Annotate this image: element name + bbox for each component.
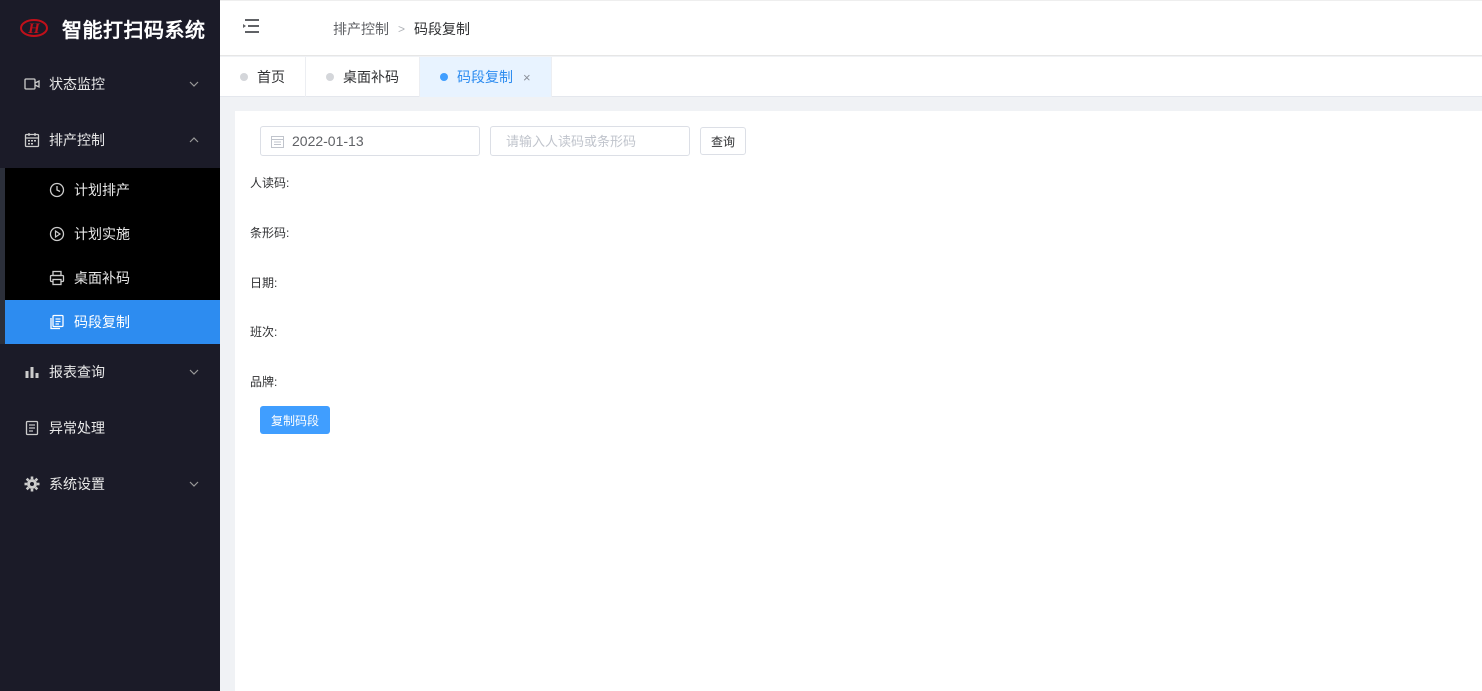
sidebar-item-label: 排产控制 <box>49 132 105 148</box>
close-icon[interactable]: × <box>523 70 531 85</box>
field-barcode: 条形码: <box>250 226 290 240</box>
chevron-down-icon <box>189 81 199 87</box>
chevron-down-icon <box>189 481 199 487</box>
breadcrumb-current: 码段复制 <box>414 21 471 37</box>
tab-status-dot <box>326 73 334 81</box>
tab-status-dot <box>440 73 448 81</box>
copy-code-segment-button[interactable]: 复制码段 <box>260 406 330 434</box>
submenu-production-control: 计划排产 计划实施 桌面补码 码段复制 <box>0 168 220 344</box>
sidebar-item-label: 状态监控 <box>49 76 105 92</box>
date-picker[interactable]: 2022-01-13 <box>260 126 480 156</box>
sidebar-item-exception-handling[interactable]: 异常处理 <box>0 400 220 456</box>
tab-label: 桌面补码 <box>343 69 399 85</box>
sidebar-item-label: 桌面补码 <box>74 270 130 286</box>
brand-logo-icon: H <box>20 19 48 37</box>
breadcrumb: 排产控制 > 码段复制 <box>333 19 470 39</box>
sidebar-item-label: 计划实施 <box>74 226 130 242</box>
chevron-down-icon <box>189 369 199 375</box>
calendar-icon <box>23 131 41 149</box>
svg-text:H: H <box>27 21 41 37</box>
sidebar-item-plan-execute[interactable]: 计划实施 <box>5 212 220 256</box>
app-title: 智能打扫码系统 <box>62 19 206 42</box>
field-human-readable-code: 人读码: <box>250 176 290 190</box>
sidebar-item-status-monitor[interactable]: 状态监控 <box>0 56 220 112</box>
tab-label: 码段复制 <box>457 69 513 85</box>
video-camera-icon <box>23 75 41 93</box>
menu-toggle-icon[interactable] <box>242 18 260 34</box>
document-icon <box>23 419 41 437</box>
chevron-up-icon <box>189 137 199 143</box>
sidebar-item-label: 码段复制 <box>74 314 130 330</box>
logo: H 智能打扫码系统 <box>0 0 220 56</box>
bar-chart-icon <box>23 363 41 381</box>
field-date: 日期: <box>250 276 278 290</box>
clock-icon <box>48 181 66 199</box>
sidebar-item-report-query[interactable]: 报表查询 <box>0 344 220 400</box>
sidebar: H 智能打扫码系统 状态监控 排产控制 计划排产 计划实施 桌面补码 码段复制 … <box>0 0 220 691</box>
top-header: 排产控制 > 码段复制 <box>220 0 1482 56</box>
breadcrumb-separator: > <box>398 22 406 36</box>
gear-icon <box>23 475 41 493</box>
breadcrumb-item[interactable]: 排产控制 <box>333 19 389 39</box>
sidebar-item-desktop-recode[interactable]: 桌面补码 <box>5 256 220 300</box>
sidebar-item-label: 计划排产 <box>74 182 130 198</box>
copy-document-icon <box>48 313 66 331</box>
sidebar-item-plan-schedule[interactable]: 计划排产 <box>5 168 220 212</box>
sidebar-item-label: 报表查询 <box>49 364 105 380</box>
search-row: 2022-01-13 查询 <box>260 126 746 156</box>
printer-icon <box>48 269 66 287</box>
play-circle-icon <box>48 225 66 243</box>
sidebar-item-label: 异常处理 <box>49 420 105 436</box>
query-button[interactable]: 查询 <box>700 127 746 155</box>
main-panel: 2022-01-13 查询 人读码: 条形码: 日期: 班次: 品牌: 复制码段 <box>235 111 1482 691</box>
date-value: 2022-01-13 <box>292 133 364 149</box>
field-brand: 品牌: <box>250 375 278 389</box>
tab-desktop-recode[interactable]: 桌面补码 <box>306 57 420 97</box>
sidebar-item-production-control[interactable]: 排产控制 <box>0 112 220 168</box>
tab-code-copy[interactable]: 码段复制 × <box>420 57 552 97</box>
tab-home[interactable]: 首页 <box>220 57 306 97</box>
code-search-input[interactable] <box>490 126 690 156</box>
tab-status-dot <box>240 73 248 81</box>
sidebar-item-label: 系统设置 <box>49 476 105 492</box>
calendar-icon <box>271 135 284 148</box>
sidebar-item-code-copy[interactable]: 码段复制 <box>5 300 220 344</box>
tab-bar: 首页 桌面补码 码段复制 × <box>220 57 1482 97</box>
tab-label: 首页 <box>257 69 285 85</box>
field-shift: 班次: <box>250 325 278 339</box>
sidebar-item-system-settings[interactable]: 系统设置 <box>0 456 220 512</box>
